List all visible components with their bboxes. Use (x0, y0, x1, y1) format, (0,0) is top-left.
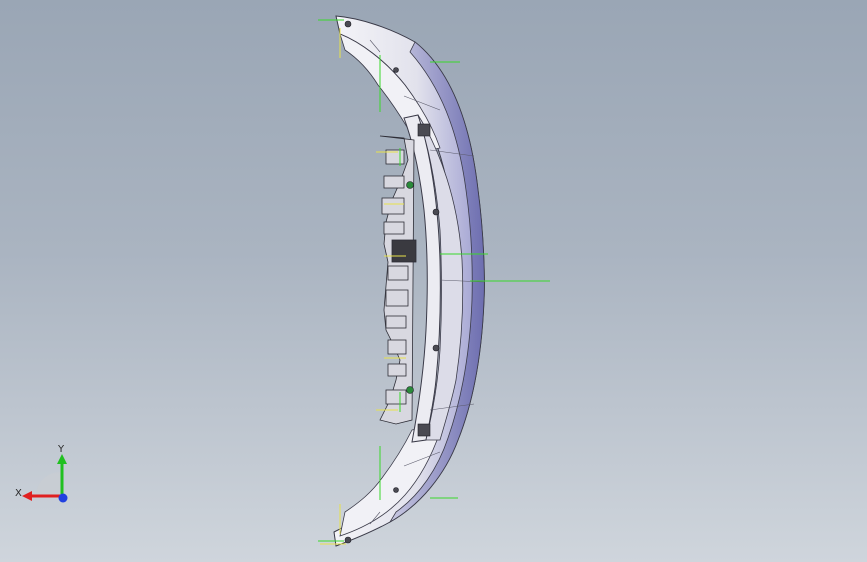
mounting-brackets (379, 135, 417, 425)
y-axis-label: Y (57, 444, 65, 455)
triad-plane (36, 472, 60, 496)
x-axis-arrow (22, 491, 32, 501)
3d-viewport[interactable]: Y X (0, 0, 867, 562)
axis-triad: Y X (15, 444, 68, 503)
x-axis-label: X (15, 488, 22, 499)
bumper-model[interactable] (0, 0, 867, 562)
z-axis-dot (58, 493, 68, 503)
y-axis-arrow (57, 454, 67, 464)
